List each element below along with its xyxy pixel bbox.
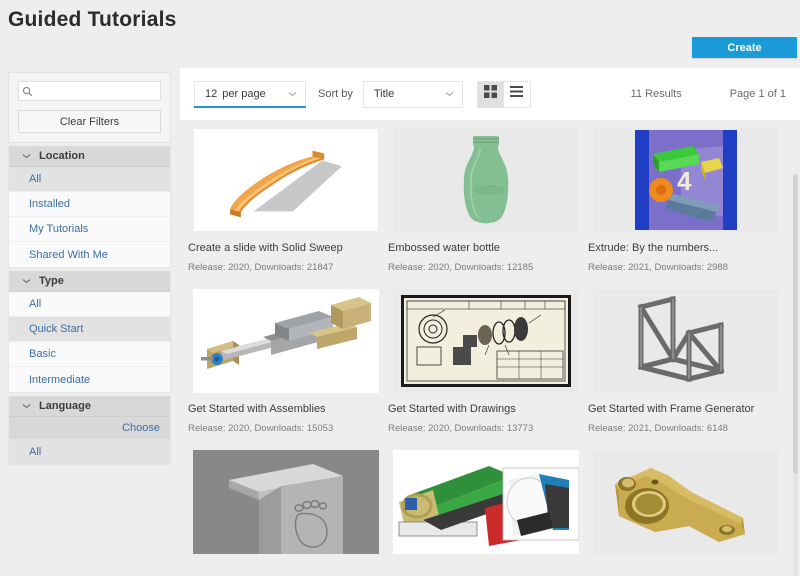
tutorial-title: Embossed water bottle <box>388 242 500 254</box>
content-scrollbar-thumb[interactable] <box>793 174 798 474</box>
guided-tutorials-page: Guided Tutorials Create Clear Filters Lo… <box>0 0 800 576</box>
svg-text:4: 4 <box>677 166 692 196</box>
tutorial-card[interactable]: Get Started with Frame Generator Release… <box>586 289 786 450</box>
chevron-down-icon <box>21 276 32 287</box>
page-title: Guided Tutorials <box>8 8 177 31</box>
tutorial-thumbnail <box>593 289 779 393</box>
tutorial-meta: Release: 2020, Downloads: 12185 <box>388 262 534 273</box>
sort-select[interactable]: Title <box>362 80 463 108</box>
per-page-label: per page <box>222 88 266 100</box>
facet-item-language-all[interactable]: All <box>9 439 170 464</box>
tutorial-card[interactable] <box>186 450 386 576</box>
tutorial-thumbnail <box>193 450 379 554</box>
list-view-icon <box>510 85 524 103</box>
search-icon <box>19 86 35 97</box>
grid-view-button[interactable] <box>476 80 504 108</box>
tutorial-title: Get Started with Drawings <box>388 403 516 415</box>
sort-value: Title <box>373 88 395 100</box>
tutorial-thumbnail <box>393 289 579 393</box>
results-count: 11 Results <box>630 88 682 100</box>
facet-item-location-shared-with-me[interactable]: Shared With Me <box>9 242 170 267</box>
tutorial-card[interactable] <box>586 450 786 576</box>
chevron-down-icon <box>21 151 32 162</box>
facet-location: Location All Installed My Tutorials Shar… <box>8 146 171 268</box>
facet-item-location-installed[interactable]: Installed <box>9 192 170 217</box>
list-view-button[interactable] <box>503 80 531 108</box>
sort-by-label: Sort by <box>318 88 353 100</box>
per-page-value: 12 <box>205 88 218 100</box>
create-button[interactable]: Create <box>692 37 797 58</box>
tutorial-title: Extrude: By the numbers... <box>588 242 719 254</box>
chevron-down-icon <box>21 401 32 412</box>
facet-item-location-my-tutorials[interactable]: My Tutorials <box>9 217 170 242</box>
tutorial-meta: Release: 2020, Downloads: 15053 <box>188 423 334 434</box>
page-info: Page 1 of 1 <box>729 88 786 100</box>
tutorial-card[interactable]: Create a slide with Solid Sweep Release:… <box>186 128 386 289</box>
facet-title: Language <box>39 400 91 412</box>
tutorial-meta <box>588 572 786 576</box>
tutorial-thumbnail <box>593 450 779 554</box>
view-toggle <box>476 80 531 108</box>
tutorial-meta: Release: 2021, Downloads: 6148 <box>588 423 728 434</box>
facet-header-location[interactable]: Location <box>9 146 170 167</box>
tutorial-meta <box>388 572 586 576</box>
tutorial-card[interactable]: 4 Extrude: By the numbers... Release: 20… <box>586 128 786 289</box>
tutorial-title: Get Started with Assemblies <box>188 403 326 415</box>
content-scrollbar[interactable] <box>793 174 798 576</box>
facet-header-type[interactable]: Type <box>9 271 170 292</box>
content-panel: 12 per page Sort by Title 11 Results Pag… <box>180 68 800 576</box>
chevron-down-icon <box>445 91 454 97</box>
language-choose-link[interactable]: Choose <box>9 417 170 439</box>
results-info: 11 Results Page 1 of 1 <box>631 88 786 100</box>
search-input[interactable] <box>35 82 181 100</box>
tutorial-thumbnail <box>193 128 379 232</box>
tutorial-meta: Release: 2020, Downloads: 13773 <box>388 423 534 434</box>
per-page-select[interactable]: 12 per page <box>194 80 306 108</box>
search-field-wrapper[interactable] <box>18 81 181 101</box>
facet-title: Location <box>39 150 85 162</box>
tutorial-meta <box>188 572 386 576</box>
tutorial-card[interactable]: Get Started with Assemblies Release: 202… <box>186 289 386 450</box>
tutorial-card[interactable] <box>386 450 586 576</box>
facet-item-location-all[interactable]: All <box>9 167 170 192</box>
tutorial-thumbnail <box>193 289 379 393</box>
toolbar: 12 per page Sort by Title 11 Results Pag… <box>180 68 800 120</box>
facet-header-language[interactable]: Language <box>9 396 170 417</box>
tutorial-grid-wrapper: Create a slide with Solid Sweep Release:… <box>180 120 800 576</box>
facet-type: Type All Quick Start Basic Intermediate <box>8 271 171 393</box>
facet-language: Language Choose All <box>8 396 171 465</box>
filter-search-box: Clear Filters <box>8 72 181 143</box>
tutorial-card[interactable]: Embossed water bottle Release: 2020, Dow… <box>386 128 586 289</box>
facet-item-type-quick-start[interactable]: Quick Start <box>9 317 170 342</box>
filter-sidebar: Clear Filters Location All Installed My … <box>8 72 181 496</box>
tutorial-meta: Release: 2020, Downloads: 21847 <box>188 262 334 273</box>
facet-item-type-all[interactable]: All <box>9 292 170 317</box>
tutorial-card[interactable]: Get Started with Drawings Release: 2020,… <box>386 289 586 450</box>
chevron-down-icon <box>288 91 297 97</box>
tutorial-thumbnail <box>393 450 579 554</box>
tutorial-title: Get Started with Frame Generator <box>588 403 755 415</box>
grid-view-icon <box>483 85 497 103</box>
tutorial-thumbnail: 4 <box>593 128 779 232</box>
facet-title: Type <box>39 275 64 287</box>
clear-filters-button[interactable]: Clear Filters <box>18 110 161 133</box>
tutorial-title: Create a slide with Solid Sweep <box>188 242 343 254</box>
tutorial-grid: Create a slide with Solid Sweep Release:… <box>180 120 800 576</box>
facet-item-type-basic[interactable]: Basic <box>9 342 170 367</box>
facet-item-type-intermediate[interactable]: Intermediate <box>9 367 170 392</box>
tutorial-thumbnail <box>393 128 579 232</box>
tutorial-meta: Release: 2021, Downloads: 2988 <box>588 262 728 273</box>
